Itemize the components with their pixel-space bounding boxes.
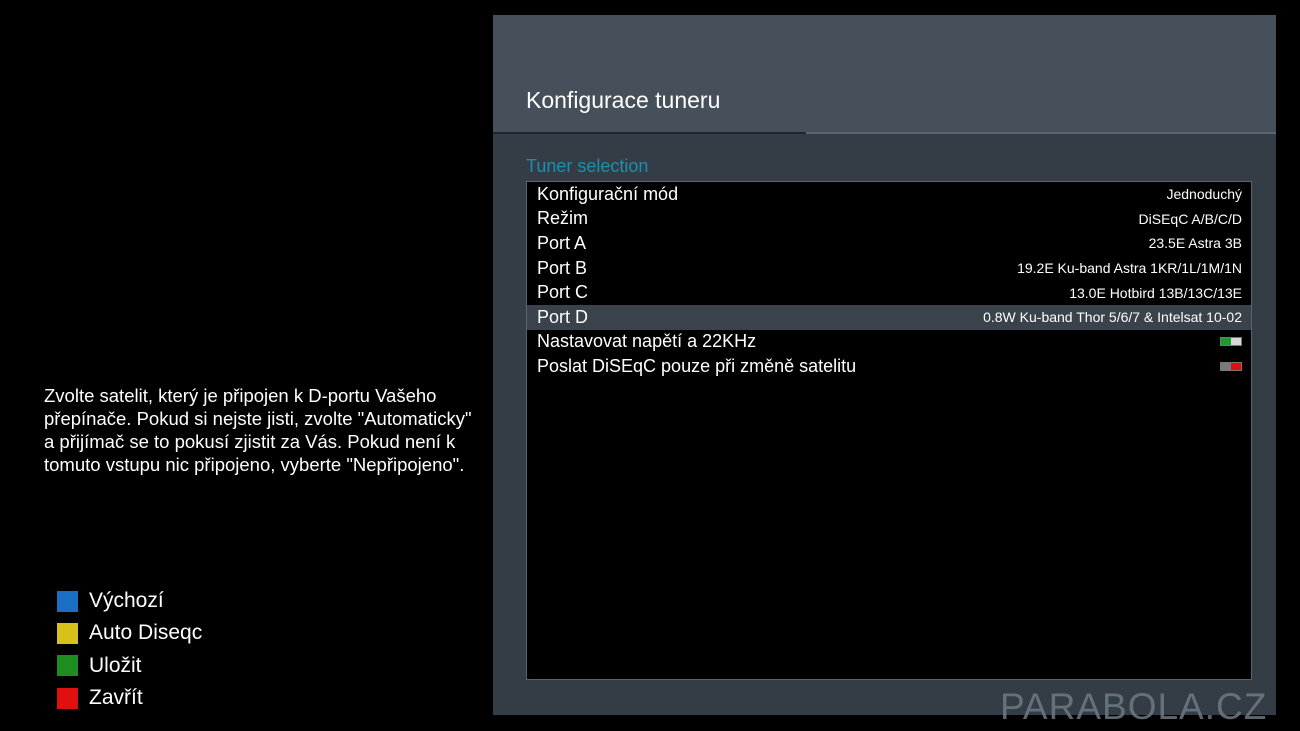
color-key-yellow[interactable]: Auto Diseqc <box>57 617 357 649</box>
color-key-green[interactable]: Uložit <box>57 650 357 682</box>
config-panel: Konfigurace tuneru Tuner selection Konfi… <box>493 15 1276 715</box>
section-label: Tuner selection <box>526 156 649 176</box>
row-label: Režim <box>537 208 589 229</box>
config-row-port-b[interactable]: Port B 19.2E Ku-band Astra 1KR/1L/1M/1N <box>527 256 1251 281</box>
row-value: 0.8W Ku-band Thor 5/6/7 & Intelsat 10-02 <box>983 309 1242 326</box>
row-value: 13.0E Hotbird 13B/13C/13E <box>1069 284 1242 301</box>
panel-header: Konfigurace tuneru <box>493 15 1276 132</box>
row-value: 19.2E Ku-band Astra 1KR/1L/1M/1N <box>1017 260 1242 277</box>
color-key-legend: Výchozí Auto Diseqc Uložit Zavřít <box>57 585 357 714</box>
row-label: Port C <box>537 282 589 303</box>
blue-key-icon <box>57 590 78 612</box>
config-row-mode[interactable]: Režim DiSEqC A/B/C/D <box>527 207 1251 232</box>
watermark-logo: PARABOLA.CZ <box>1000 686 1268 727</box>
color-key-blue[interactable]: Výchozí <box>57 585 357 617</box>
row-value: 23.5E Astra 3B <box>1148 235 1242 252</box>
row-label: Nastavovat napětí a 22KHz <box>537 331 757 352</box>
row-value: Jednoduchý <box>1166 186 1242 203</box>
color-key-label: Zavřít <box>89 686 143 710</box>
row-label: Port A <box>537 232 587 253</box>
header-divider <box>806 132 1276 134</box>
config-list: Konfigurační mód Jednoduchý Režim DiSEqC… <box>526 181 1252 680</box>
toggle-on-icon[interactable] <box>1220 337 1242 347</box>
tuner-config-screen: Zvolte satelit, který je připojen k D-po… <box>0 0 1300 731</box>
green-key-icon <box>57 655 78 677</box>
row-label: Konfigurační mód <box>537 183 679 204</box>
config-row-diseqc-on-change[interactable]: Poslat DiSEqC pouze při změně satelitu <box>527 354 1251 379</box>
page-title: Konfigurace tuneru <box>526 87 721 113</box>
row-label: Port D <box>537 306 589 327</box>
help-text: Zvolte satelit, který je připojen k D-po… <box>44 385 472 475</box>
config-row-port-c[interactable]: Port C 13.0E Hotbird 13B/13C/13E <box>527 280 1251 305</box>
toggle-off-icon[interactable] <box>1220 361 1242 371</box>
config-row-port-d[interactable]: Port D 0.8W Ku-band Thor 5/6/7 & Intelsa… <box>527 304 1251 330</box>
row-value: DiSEqC A/B/C/D <box>1138 210 1242 227</box>
color-key-label: Výchozí <box>89 589 164 613</box>
row-label: Poslat DiSEqC pouze při změně satelitu <box>537 355 857 376</box>
config-row-voltage-22khz[interactable]: Nastavovat napětí a 22KHz <box>527 330 1251 355</box>
color-key-label: Auto Diseqc <box>89 621 203 645</box>
config-row-config-mode[interactable]: Konfigurační mód Jednoduchý <box>527 182 1251 207</box>
config-row-port-a[interactable]: Port A 23.5E Astra 3B <box>527 231 1251 256</box>
row-label: Port B <box>537 257 588 278</box>
header-divider <box>493 132 806 134</box>
color-key-label: Uložit <box>89 653 142 677</box>
red-key-icon <box>57 687 78 709</box>
color-key-red[interactable]: Zavřít <box>57 682 357 714</box>
yellow-key-icon <box>57 622 78 644</box>
